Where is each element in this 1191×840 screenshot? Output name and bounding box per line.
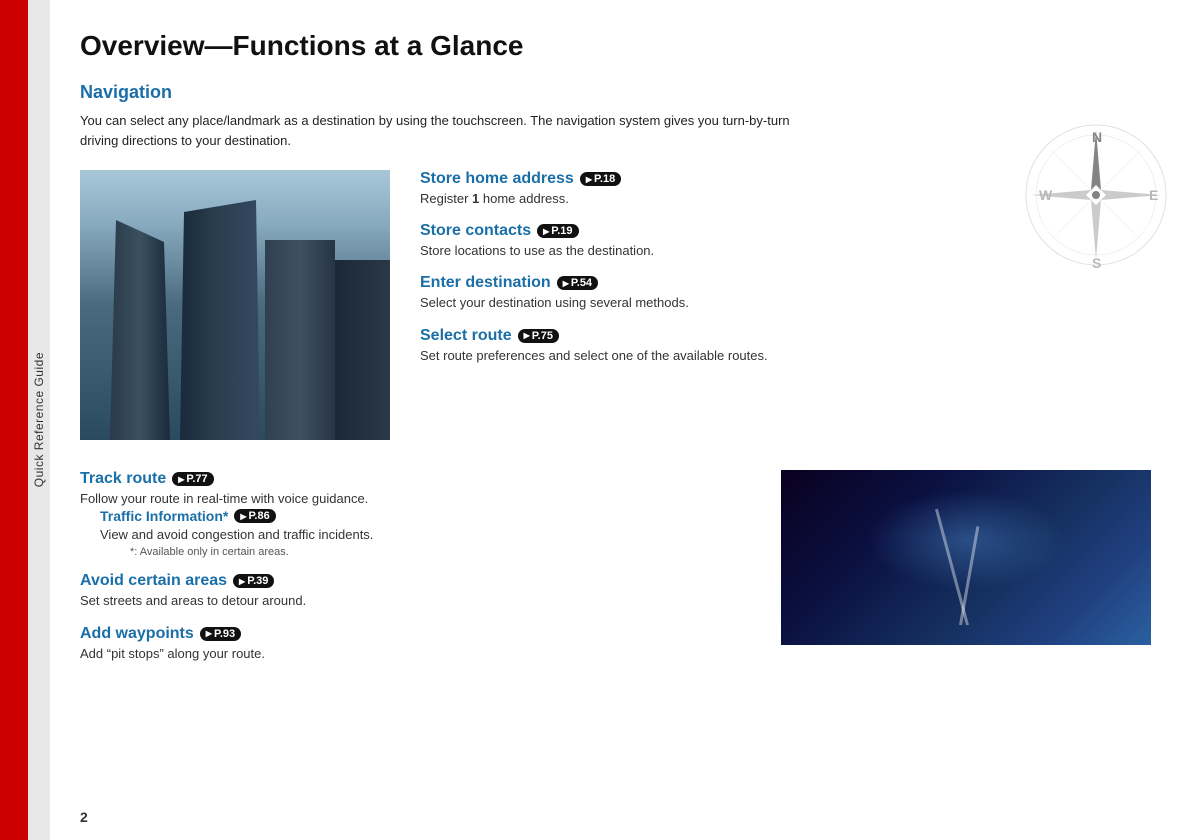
item-avoid-areas-desc: Set streets and areas to detour around. xyxy=(80,592,751,610)
svg-text:N: N xyxy=(1092,129,1102,145)
badge-traffic-info: P.86 xyxy=(234,509,275,523)
item-avoid-areas-title: Avoid certain areas P.39 xyxy=(80,572,751,590)
navigation-heading: Navigation xyxy=(80,82,1151,103)
svg-text:S: S xyxy=(1092,255,1101,270)
item-select-route: Select route P.75 Set route preferences … xyxy=(420,327,1151,365)
item-enter-destination-desc: Select your destination using several me… xyxy=(420,294,1151,312)
badge-store-home: P.18 xyxy=(580,172,621,186)
page-title: Overview—Functions at a Glance xyxy=(80,30,1151,62)
badge-select-route: P.75 xyxy=(518,329,559,343)
building-3 xyxy=(265,240,335,440)
road-glow xyxy=(866,490,1066,590)
intro-text: You can select any place/landmark as a d… xyxy=(80,111,830,150)
building-2 xyxy=(180,200,260,440)
compass-svg: N S E W xyxy=(1021,120,1171,270)
badge-store-contacts: P.19 xyxy=(537,224,578,238)
badge-add-waypoints: P.93 xyxy=(200,627,241,641)
item-add-waypoints: Add waypoints P.93 Add “pit stops” along… xyxy=(80,625,751,663)
bottom-section: Track route P.77 Follow your route in re… xyxy=(80,470,1151,677)
item-enter-destination: Enter destination P.54 Select your desti… xyxy=(420,274,1151,312)
sub-item-traffic-title: Traffic Information* P.86 xyxy=(100,508,751,524)
badge-track-route: P.77 xyxy=(172,472,213,486)
item-track-route-title: Track route P.77 xyxy=(80,470,751,488)
building-4 xyxy=(335,260,390,440)
main-content: Overview—Functions at a Glance N S E W xyxy=(50,0,1191,840)
top-section: Store home address P.18 Register 1 home … xyxy=(80,170,1151,440)
item-enter-destination-title: Enter destination P.54 xyxy=(420,274,1151,292)
item-track-route: Track route P.77 Follow your route in re… xyxy=(80,470,751,558)
red-bar xyxy=(0,0,28,840)
item-avoid-areas: Avoid certain areas P.39 Set streets and… xyxy=(80,572,751,610)
sidebar-label-container: Quick Reference Guide xyxy=(28,0,50,840)
sub-item-traffic-info: Traffic Information* P.86 View and avoid… xyxy=(100,508,751,558)
item-select-route-title: Select route P.75 xyxy=(420,327,1151,345)
page-number: 2 xyxy=(80,809,88,825)
item-select-route-desc: Set route preferences and select one of … xyxy=(420,347,1151,365)
item-track-route-desc: Follow your route in real-time with voic… xyxy=(80,490,751,508)
compass-rose: N S E W xyxy=(1021,120,1171,270)
building-1 xyxy=(110,220,170,440)
svg-text:W: W xyxy=(1039,187,1053,203)
sub-item-traffic-desc: View and avoid congestion and traffic in… xyxy=(100,526,751,544)
bottom-items-list: Track route P.77 Follow your route in re… xyxy=(80,470,751,677)
sidebar-text: Quick Reference Guide xyxy=(32,352,46,487)
item-add-waypoints-title: Add waypoints P.93 xyxy=(80,625,751,643)
item-add-waypoints-desc: Add “pit stops” along your route. xyxy=(80,645,751,663)
asterisk-note: *: Available only in certain areas. xyxy=(130,546,751,558)
badge-enter-destination: P.54 xyxy=(557,276,598,290)
badge-avoid-areas: P.39 xyxy=(233,574,274,588)
city-photo xyxy=(80,170,390,440)
svg-text:E: E xyxy=(1149,187,1158,203)
road-photo xyxy=(781,470,1151,645)
